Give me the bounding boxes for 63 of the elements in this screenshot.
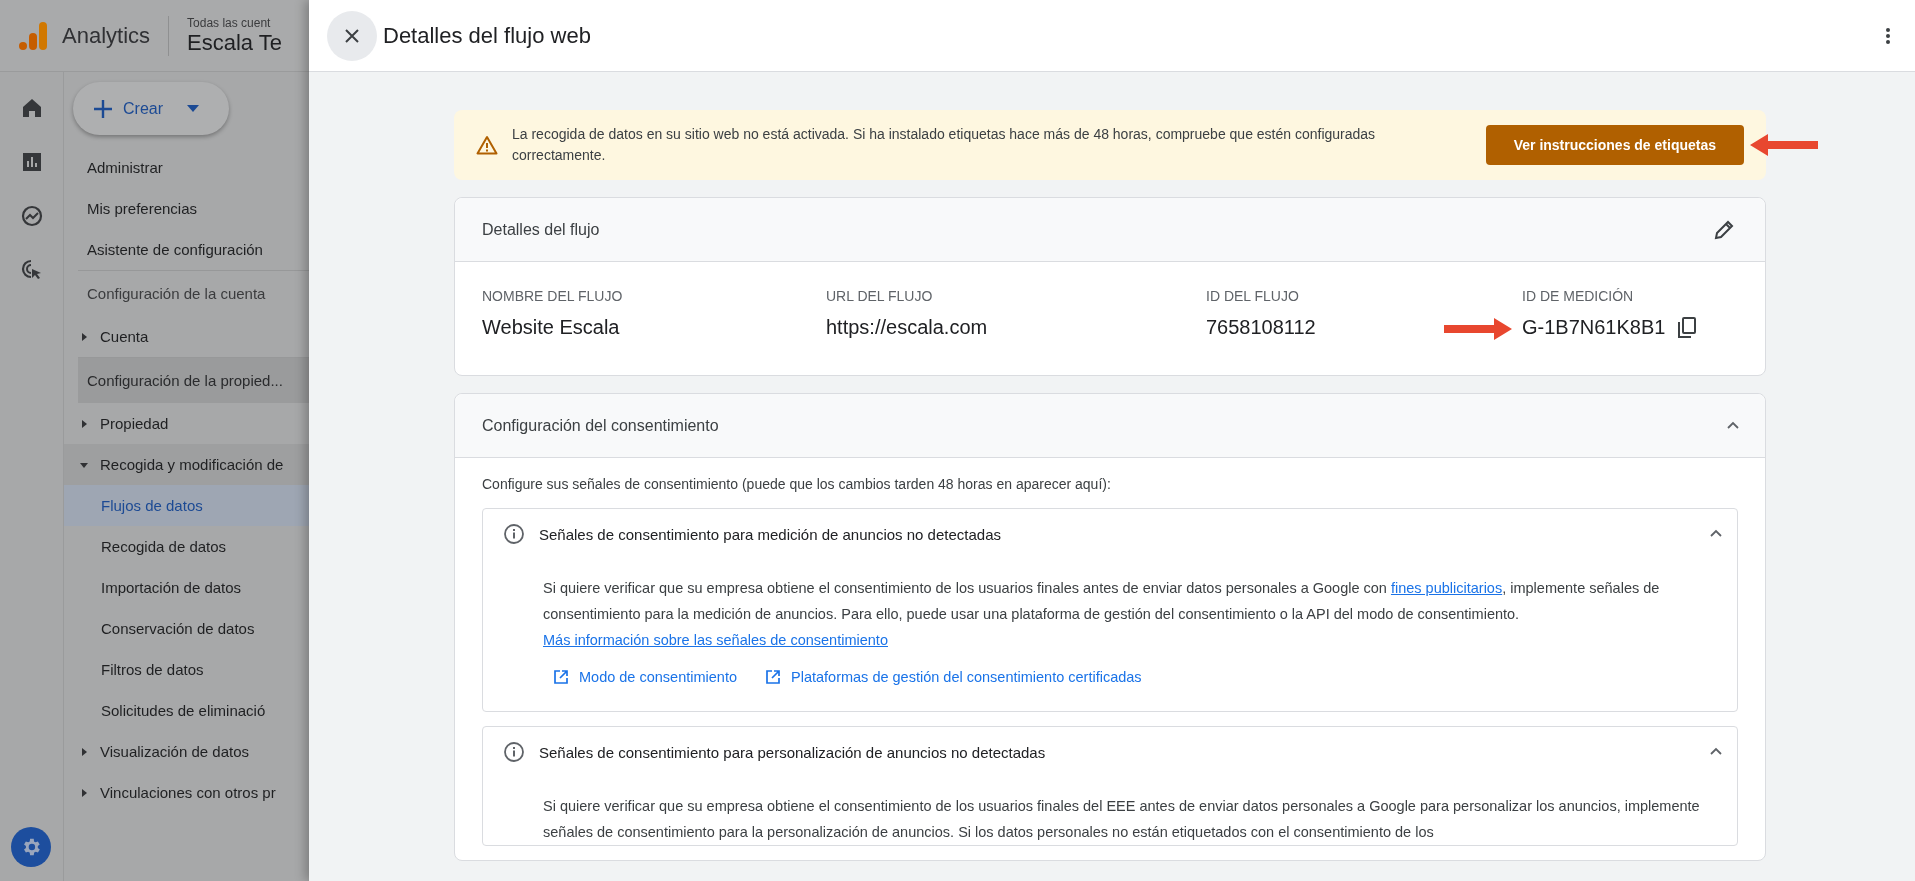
plus-icon	[93, 98, 113, 119]
nav-group[interactable]: Recogida y modificación de	[64, 444, 309, 485]
field-value: 7658108112	[1206, 316, 1316, 339]
nav-group-label: Vinculaciones con otros pr	[100, 784, 276, 801]
external-link[interactable]: Plataformas de gestión del consentimiento certificadas	[765, 669, 1142, 685]
nav-group-label: Recogida y modificación de	[100, 456, 284, 473]
pencil-icon	[1714, 219, 1734, 240]
more-options-icon	[1885, 26, 1891, 45]
nav-group[interactable]: Vinculaciones con otros pr	[64, 772, 309, 813]
property-name[interactable]: Escala Te	[187, 29, 283, 56]
external-link-icon	[765, 669, 781, 685]
annotation-arrow	[1750, 134, 1818, 156]
nav-link[interactable]: Administrar	[64, 147, 309, 188]
field-label: ID DEL FLUJO	[1206, 288, 1300, 304]
card-title: Detalles del flujo	[482, 220, 601, 239]
close-button[interactable]	[327, 10, 377, 61]
nav-group[interactable]: Cuenta	[64, 316, 309, 357]
field-value: https://escala.com	[826, 316, 988, 339]
nav-group-label: Propiedad	[100, 415, 169, 432]
copy-icon	[1677, 316, 1698, 339]
app-name: Analytics	[62, 15, 170, 56]
warning-icon	[476, 135, 498, 155]
nav-item[interactable]: Filtros de datos	[64, 649, 309, 690]
nav-link[interactable]: Mis preferencias	[64, 188, 309, 229]
nav-item[interactable]: Solicitudes de eliminació	[64, 690, 309, 731]
field-value: Website Escala	[482, 316, 620, 339]
external-link[interactable]: Modo de consentimiento	[553, 669, 737, 685]
nav-group-label: Visualización de datos	[100, 743, 249, 760]
trend-chart-icon[interactable]	[19, 204, 44, 228]
field-label: ID DE MEDICIÓN	[1522, 288, 1635, 304]
account-path[interactable]: Todas las cuent	[187, 15, 283, 30]
analytics-logo	[18, 20, 48, 51]
field-value: G-1B7N61K8B1	[1522, 316, 1666, 339]
nav-group-label: Cuenta	[100, 328, 149, 345]
info-icon	[503, 741, 525, 763]
signal-title: Señales de consentimiento para personalización de anuncios no detectadas	[539, 743, 1047, 761]
signal-description: Si quiere verificar que su empresa obtiene el consentimiento de los usuarios finales del EEE antes de enviar datos personales a Google para personalizar los anuncios, implemente señales de consentimiento para la personalización de anuncios. Si los datos personales no están etiquetados con el consentimiento de los	[543, 797, 1701, 842]
nav-group[interactable]: Propiedad	[64, 403, 309, 444]
warning-message: La recogida de datos en su sitio web no está activada. Si ha instalado etiquetas hace más de 48 horas, compruebe que estén configuradas correctamente.	[512, 125, 1377, 165]
create-button[interactable]: Crear	[73, 82, 229, 135]
section-header[interactable]: Configuración de la propied...	[78, 357, 309, 403]
tag-instructions-button[interactable]: Ver instrucciones de etiquetas	[1485, 125, 1744, 165]
inline-link[interactable]: Más información sobre las señales de consentimiento	[543, 632, 888, 648]
settings-button[interactable]	[11, 827, 51, 867]
annotation-arrow	[1444, 318, 1512, 340]
nav-item[interactable]: Conservación de datos	[64, 608, 309, 649]
nav-item[interactable]: Recogida de datos	[64, 526, 309, 567]
nav-link[interactable]: Asistente de configuración	[64, 229, 309, 270]
nav-item[interactable]: Flujos de datos	[64, 485, 309, 526]
external-link-icon	[553, 669, 569, 685]
nav-group[interactable]: Visualización de datos	[64, 731, 309, 772]
copy-button[interactable]	[1677, 316, 1698, 339]
info-icon	[503, 523, 525, 545]
signal-title: Señales de consentimiento para medición de anuncios no detectadas	[539, 525, 1002, 543]
signal-description: Si quiere verificar que su empresa obtiene el consentimiento de los usuarios finales antes de enviar datos personales a Google con fines publicitarios, implemente señales de consentimiento para la medición de anuncios. Para ello, puede usar una plataforma de gestión del consentimiento o la API del modo de consentimiento. Más información sobre las señales de consentimiento	[543, 579, 1661, 650]
field-label: NOMBRE DEL FLUJO	[482, 288, 624, 304]
card-title: Configuración del consentimiento	[482, 416, 720, 435]
field-label: URL DEL FLUJO	[826, 288, 934, 304]
caret-icon	[187, 104, 199, 113]
consent-intro: Configure sus señales de consentimiento (puede que los cambios tarden 48 horas en aparecer aquí):	[482, 476, 1112, 492]
nav-item[interactable]: Importación de datos	[64, 567, 309, 608]
close-icon	[344, 27, 360, 44]
panel-title: Detalles del flujo web	[383, 22, 592, 49]
